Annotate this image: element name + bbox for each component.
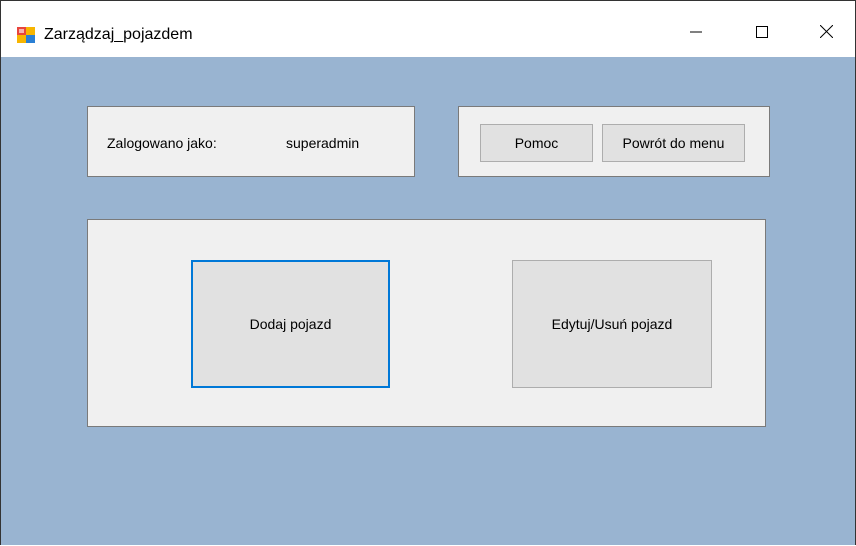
help-button[interactable]: Pomoc	[480, 124, 593, 162]
add-vehicle-button[interactable]: Dodaj pojazd	[191, 260, 390, 388]
username-label: superadmin	[286, 135, 360, 151]
close-icon	[819, 24, 833, 43]
edit-delete-vehicle-button[interactable]: Edytuj/Usuń pojazd	[512, 260, 712, 388]
vehicle-actions-panel: Dodaj pojazd Edytuj/Usuń pojazd	[87, 219, 766, 427]
minimize-icon	[690, 25, 702, 43]
app-window: Zarządzaj_pojazdem Zalogowano jako: supe…	[0, 0, 856, 545]
close-button[interactable]	[796, 11, 856, 57]
minimize-button[interactable]	[666, 11, 726, 57]
maximize-button[interactable]	[732, 11, 792, 57]
title-bar[interactable]: Zarządzaj_pojazdem	[1, 1, 855, 57]
login-info-panel: Zalogowano jako: superadmin	[87, 106, 415, 177]
back-to-menu-button[interactable]: Powrót do menu	[602, 124, 745, 162]
window-title: Zarządzaj_pojazdem	[44, 26, 193, 43]
maximize-icon	[756, 25, 768, 43]
logged-in-as-label: Zalogowano jako:	[107, 135, 217, 151]
winforms-app-icon	[17, 27, 35, 43]
navigation-panel: Pomoc Powrót do menu	[458, 106, 770, 177]
